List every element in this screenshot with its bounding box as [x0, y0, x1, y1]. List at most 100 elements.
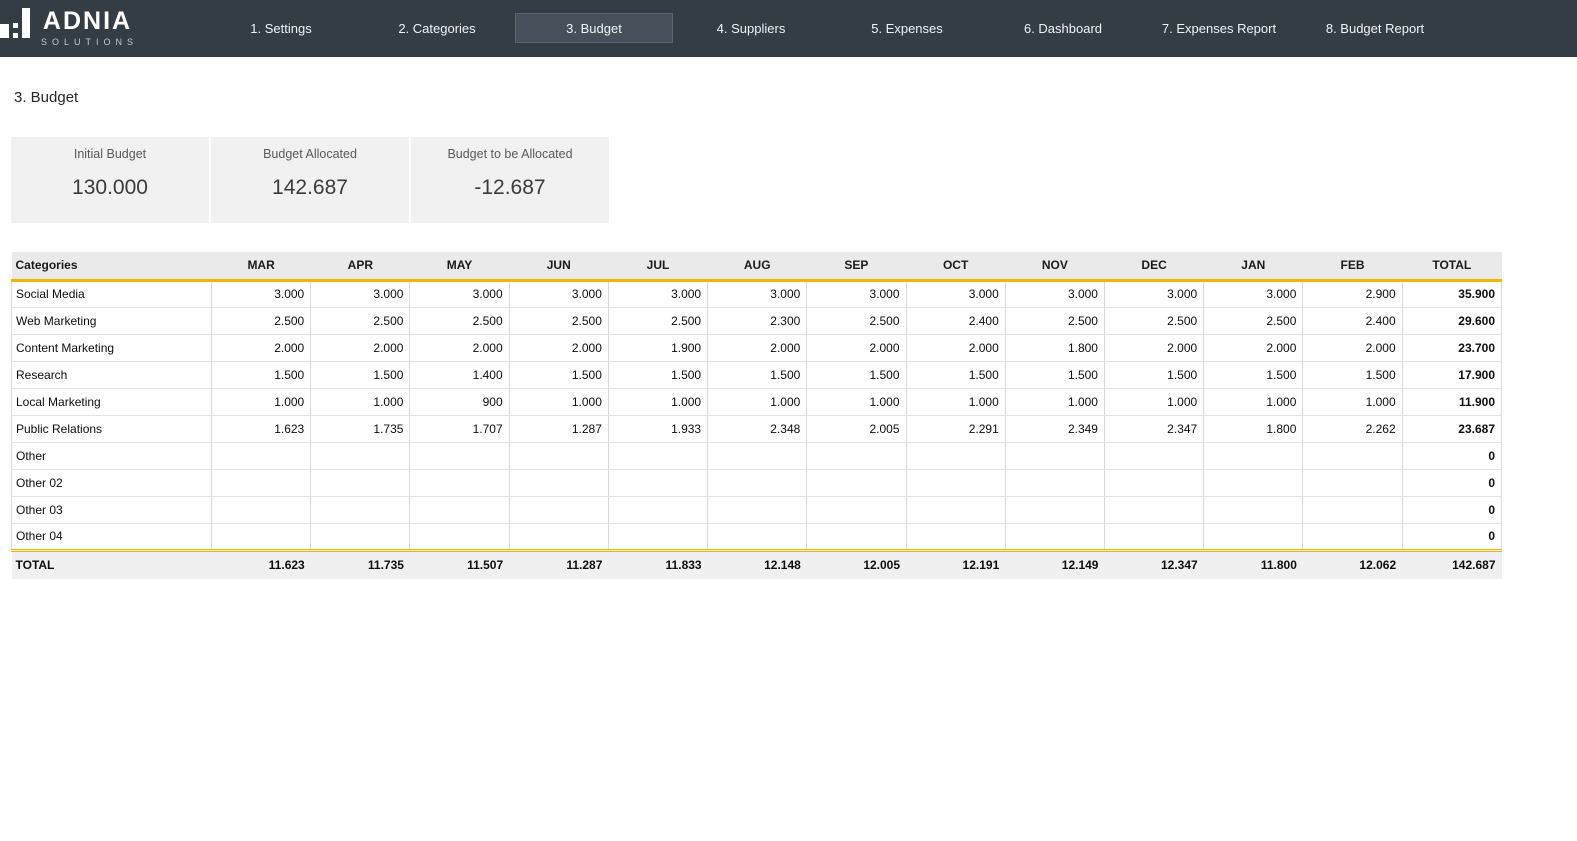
value-cell[interactable]: [311, 523, 410, 550]
category-cell[interactable]: Social Media: [12, 280, 212, 307]
value-cell[interactable]: 1.000: [906, 388, 1005, 415]
value-cell[interactable]: 1.500: [212, 361, 311, 388]
value-cell[interactable]: 1.000: [1005, 388, 1104, 415]
value-cell[interactable]: 1.400: [410, 361, 509, 388]
value-cell[interactable]: 3.000: [212, 280, 311, 307]
value-cell[interactable]: [1005, 469, 1104, 496]
value-cell[interactable]: 2.500: [807, 307, 906, 334]
value-cell[interactable]: 2.400: [1303, 307, 1402, 334]
value-cell[interactable]: [410, 523, 509, 550]
value-cell[interactable]: [212, 496, 311, 523]
category-cell[interactable]: Web Marketing: [12, 307, 212, 334]
value-cell[interactable]: [1104, 469, 1203, 496]
value-cell[interactable]: 1.000: [807, 388, 906, 415]
category-cell[interactable]: Local Marketing: [12, 388, 212, 415]
value-cell[interactable]: 2.500: [410, 307, 509, 334]
value-cell[interactable]: 1.500: [1104, 361, 1203, 388]
value-cell[interactable]: [708, 523, 807, 550]
value-cell[interactable]: [509, 469, 608, 496]
value-cell[interactable]: [410, 496, 509, 523]
value-cell[interactable]: [906, 442, 1005, 469]
value-cell[interactable]: [608, 523, 707, 550]
value-cell[interactable]: [1303, 442, 1402, 469]
value-cell[interactable]: 1.623: [212, 415, 311, 442]
value-cell[interactable]: 2.500: [608, 307, 707, 334]
value-cell[interactable]: 2.400: [906, 307, 1005, 334]
value-cell[interactable]: [509, 442, 608, 469]
nav-tab-5-expenses[interactable]: 5. Expenses: [829, 13, 985, 43]
value-cell[interactable]: [906, 523, 1005, 550]
value-cell[interactable]: [807, 523, 906, 550]
value-cell[interactable]: 1.500: [708, 361, 807, 388]
value-cell[interactable]: [1005, 496, 1104, 523]
nav-tab-3-budget[interactable]: 3. Budget: [515, 13, 673, 43]
value-cell[interactable]: [906, 469, 1005, 496]
value-cell[interactable]: 2.347: [1104, 415, 1203, 442]
category-cell[interactable]: Other: [12, 442, 212, 469]
nav-tab-8-budget-report[interactable]: 8. Budget Report: [1297, 13, 1453, 43]
value-cell[interactable]: 2.500: [509, 307, 608, 334]
value-cell[interactable]: 3.000: [1104, 280, 1203, 307]
value-cell[interactable]: 1.000: [1303, 388, 1402, 415]
value-cell[interactable]: [1204, 496, 1303, 523]
category-cell[interactable]: Other 02: [12, 469, 212, 496]
value-cell[interactable]: [807, 469, 906, 496]
value-cell[interactable]: [608, 442, 707, 469]
value-cell[interactable]: 1.000: [509, 388, 608, 415]
value-cell[interactable]: 3.000: [906, 280, 1005, 307]
value-cell[interactable]: 2.500: [311, 307, 410, 334]
value-cell[interactable]: 2.300: [708, 307, 807, 334]
value-cell[interactable]: 3.000: [1005, 280, 1104, 307]
value-cell[interactable]: 3.000: [1204, 280, 1303, 307]
value-cell[interactable]: 1.500: [1005, 361, 1104, 388]
value-cell[interactable]: [1104, 442, 1203, 469]
value-cell[interactable]: 1.500: [311, 361, 410, 388]
value-cell[interactable]: [807, 442, 906, 469]
value-cell[interactable]: 2.500: [1005, 307, 1104, 334]
category-cell[interactable]: Other 04: [12, 523, 212, 550]
category-cell[interactable]: Content Marketing: [12, 334, 212, 361]
value-cell[interactable]: [1303, 523, 1402, 550]
value-cell[interactable]: 2.000: [410, 334, 509, 361]
value-cell[interactable]: [1104, 496, 1203, 523]
value-cell[interactable]: [708, 469, 807, 496]
value-cell[interactable]: [1204, 523, 1303, 550]
value-cell[interactable]: [509, 496, 608, 523]
value-cell[interactable]: [311, 469, 410, 496]
value-cell[interactable]: [311, 496, 410, 523]
value-cell[interactable]: 3.000: [410, 280, 509, 307]
value-cell[interactable]: 1.707: [410, 415, 509, 442]
value-cell[interactable]: [708, 442, 807, 469]
value-cell[interactable]: 1.900: [608, 334, 707, 361]
value-cell[interactable]: 2.000: [509, 334, 608, 361]
value-cell[interactable]: 1.500: [807, 361, 906, 388]
value-cell[interactable]: [1005, 442, 1104, 469]
value-cell[interactable]: [410, 442, 509, 469]
value-cell[interactable]: 1.000: [708, 388, 807, 415]
value-cell[interactable]: 2.000: [807, 334, 906, 361]
value-cell[interactable]: [212, 469, 311, 496]
value-cell[interactable]: 3.000: [311, 280, 410, 307]
value-cell[interactable]: 1.000: [311, 388, 410, 415]
nav-tab-6-dashboard[interactable]: 6. Dashboard: [985, 13, 1141, 43]
value-cell[interactable]: 2.900: [1303, 280, 1402, 307]
value-cell[interactable]: 1.500: [1204, 361, 1303, 388]
value-cell[interactable]: [212, 442, 311, 469]
value-cell[interactable]: 1.500: [509, 361, 608, 388]
value-cell[interactable]: [807, 496, 906, 523]
value-cell[interactable]: 2.000: [1204, 334, 1303, 361]
value-cell[interactable]: [410, 469, 509, 496]
value-cell[interactable]: [1303, 496, 1402, 523]
value-cell[interactable]: 2.291: [906, 415, 1005, 442]
value-cell[interactable]: [212, 523, 311, 550]
value-cell[interactable]: 1.933: [608, 415, 707, 442]
value-cell[interactable]: [906, 496, 1005, 523]
value-cell[interactable]: 2.500: [212, 307, 311, 334]
value-cell[interactable]: 1.000: [608, 388, 707, 415]
value-cell[interactable]: 2.000: [906, 334, 1005, 361]
value-cell[interactable]: 900: [410, 388, 509, 415]
nav-tab-1-settings[interactable]: 1. Settings: [203, 13, 359, 43]
value-cell[interactable]: 2.000: [311, 334, 410, 361]
value-cell[interactable]: 1.800: [1005, 334, 1104, 361]
value-cell[interactable]: 1.287: [509, 415, 608, 442]
